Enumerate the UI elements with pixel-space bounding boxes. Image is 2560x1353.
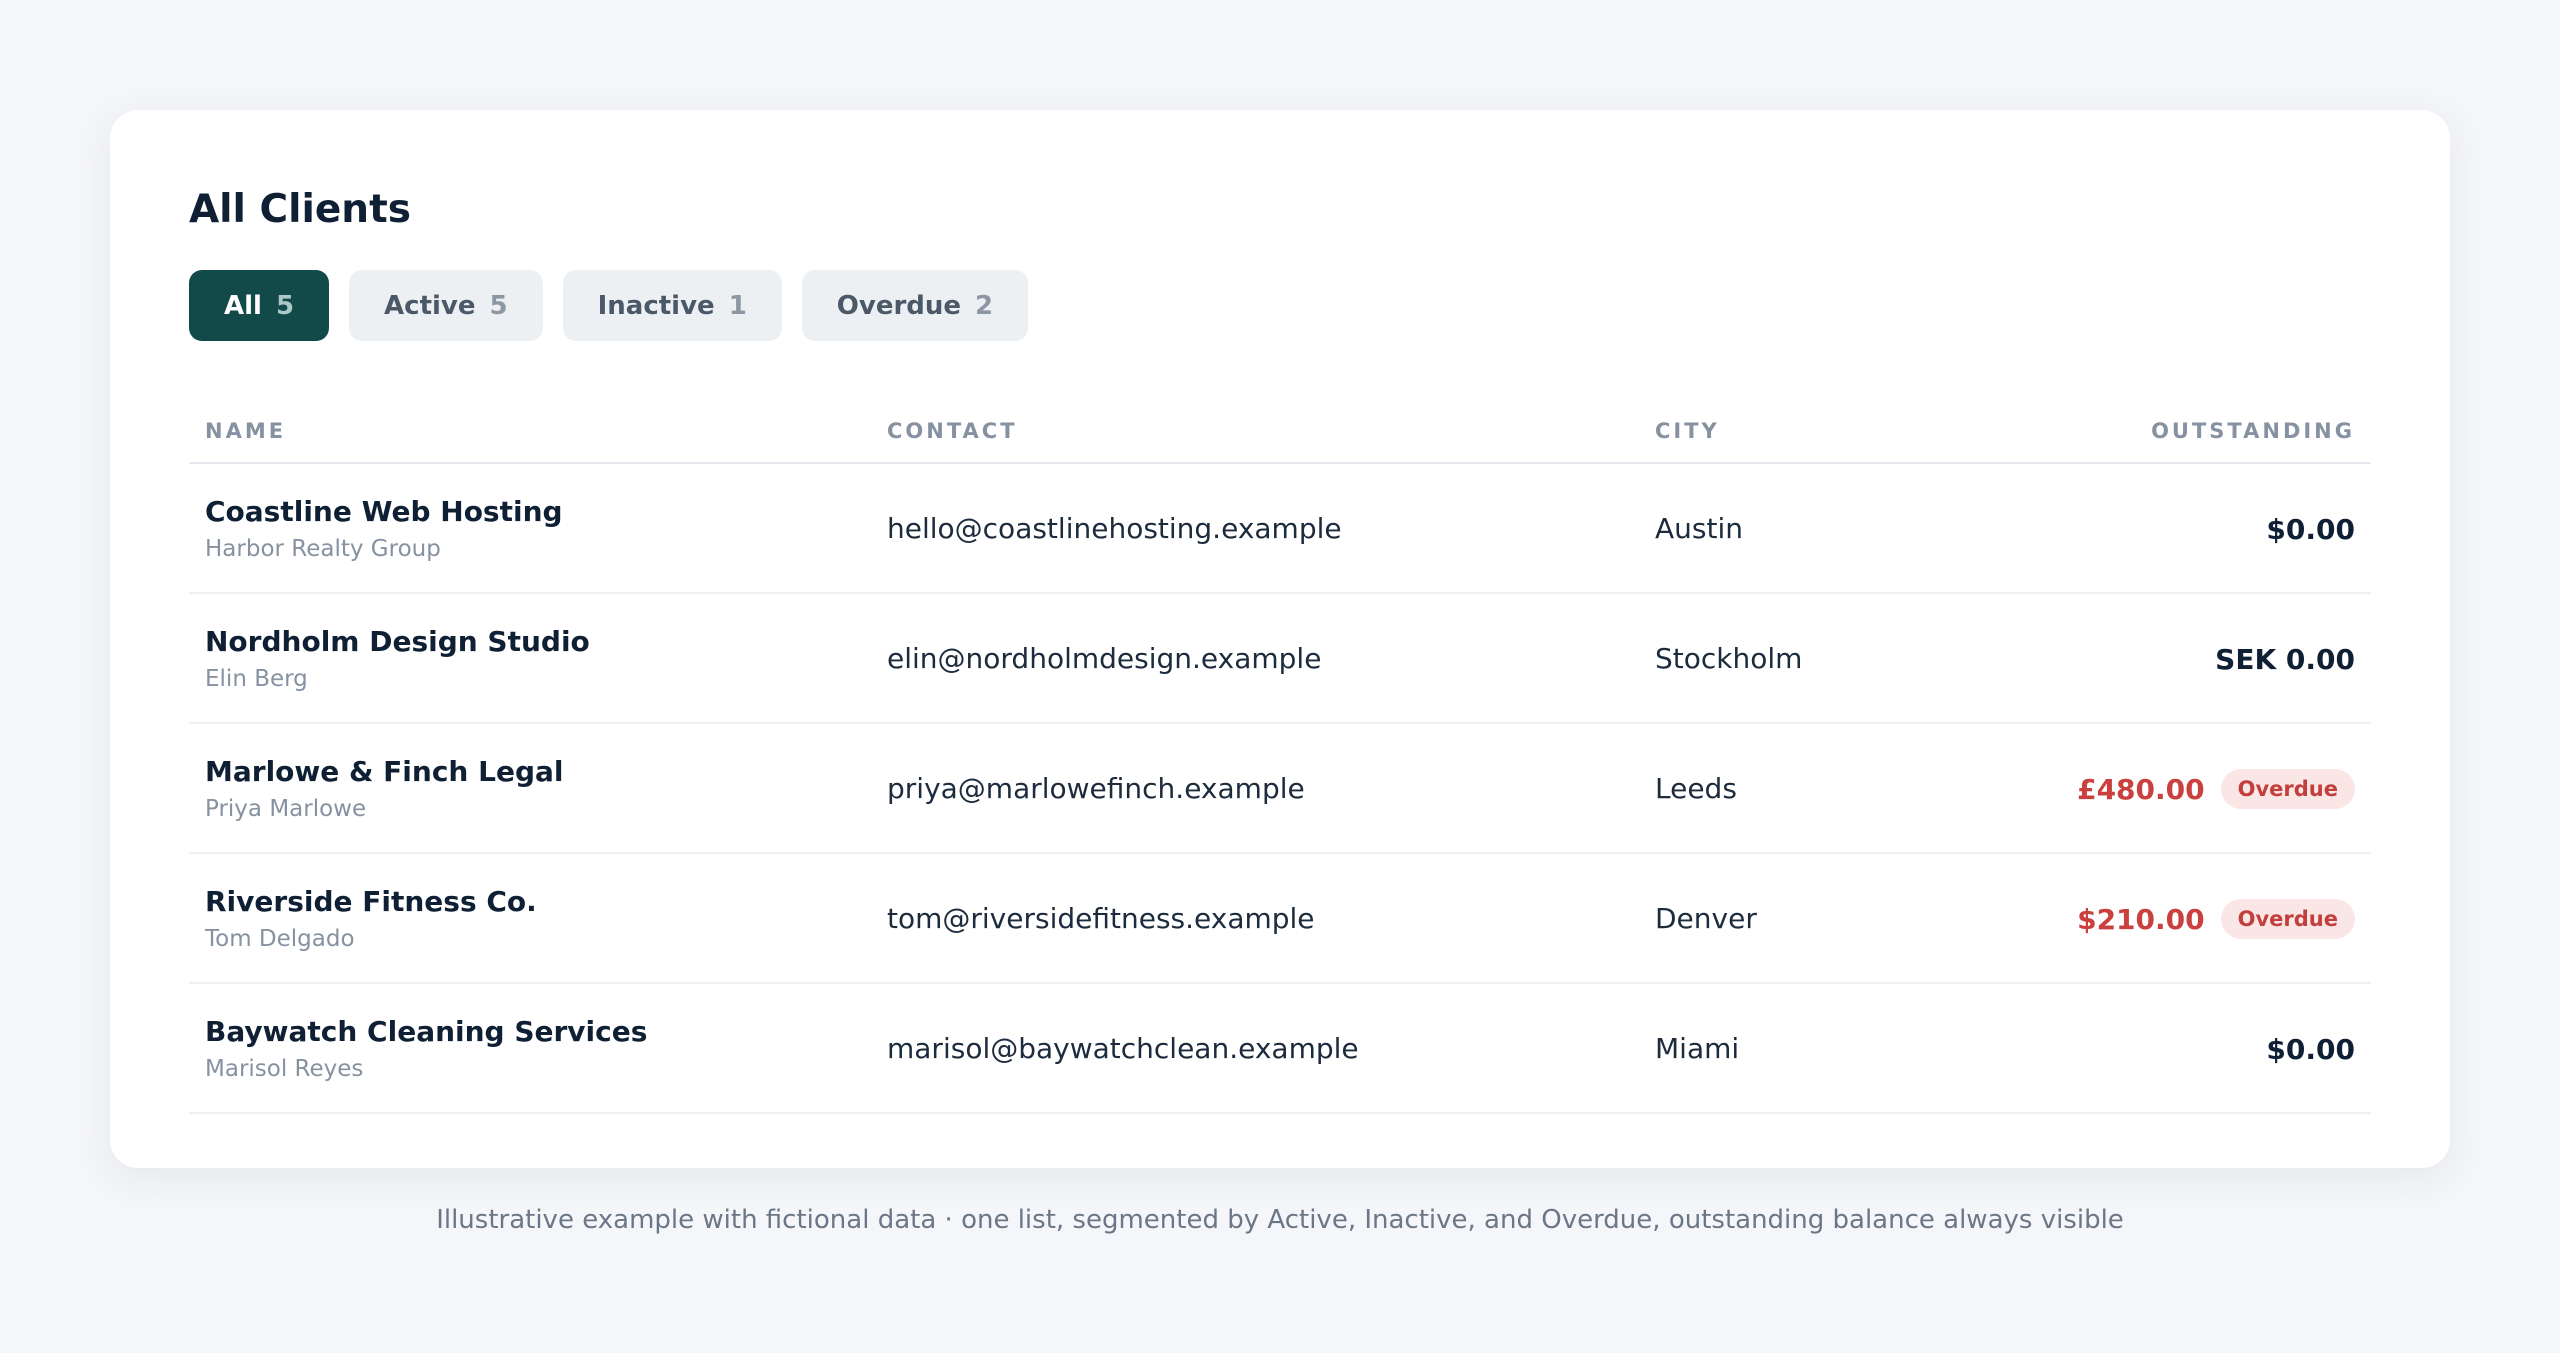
client-contact-person: Elin Berg [205, 666, 308, 692]
client-name-cell: Nordholm Design Studio Elin Berg [205, 622, 590, 696]
client-city: Austin [1655, 512, 1743, 545]
tab-inactive[interactable]: Inactive 1 [562, 270, 782, 341]
tab-label: Active [384, 290, 476, 321]
client-email[interactable]: elin@nordholmdesign.example [887, 594, 1321, 724]
client-name-cell: Riverside Fitness Co. Tom Delgado [205, 882, 537, 956]
client-name-cell: Baywatch Cleaning Services Marisol Reyes [205, 1012, 647, 1086]
client-city: Stockholm [1655, 642, 1803, 675]
tab-all[interactable]: All 5 [189, 270, 330, 341]
client-name-cell: Marlowe & Finch Legal Priya Marlowe [205, 752, 563, 826]
tab-count: 5 [489, 290, 508, 321]
clients-table: NAME CONTACT CITY OUTSTANDING Coastline … [189, 400, 2371, 1114]
outstanding-cell: $0.00 [2266, 984, 2355, 1114]
client-email[interactable]: priya@marlowefinch.example [887, 724, 1305, 854]
outstanding-amount: $210.00 [2077, 902, 2205, 936]
column-header-outstanding[interactable]: OUTSTANDING [2151, 400, 2355, 462]
tab-count: 1 [728, 290, 747, 321]
column-header-city[interactable]: CITY [1655, 400, 1720, 462]
client-name[interactable]: Coastline Web Hosting [205, 492, 563, 532]
table-row[interactable]: Coastline Web Hosting Harbor Realty Grou… [189, 464, 2371, 594]
filter-tabs: All 5 Active 5 Inactive 1 Overdue 2 [189, 270, 1029, 341]
client-name[interactable]: Marlowe & Finch Legal [205, 752, 563, 792]
table-row[interactable]: Marlowe & Finch Legal Priya Marlowe priy… [189, 724, 2371, 854]
table-row[interactable]: Riverside Fitness Co. Tom Delgado tom@ri… [189, 854, 2371, 984]
table-row[interactable]: Nordholm Design Studio Elin Berg elin@no… [189, 594, 2371, 724]
client-contact-person: Priya Marlowe [205, 796, 367, 822]
client-contact-person: Marisol Reyes [205, 1056, 364, 1082]
page-title: All Clients [189, 187, 411, 232]
outstanding-amount: £480.00 [2077, 772, 2205, 806]
outstanding-amount: SEK 0.00 [2215, 642, 2355, 676]
tab-overdue[interactable]: Overdue 2 [801, 270, 1029, 341]
column-header-contact[interactable]: CONTACT [887, 400, 1018, 462]
tab-label: Overdue [836, 290, 962, 321]
client-city: Denver [1655, 902, 1757, 935]
outstanding-cell: $210.00 Overdue [2077, 854, 2355, 984]
outstanding-cell: SEK 0.00 [2215, 594, 2355, 724]
client-name[interactable]: Nordholm Design Studio [205, 622, 590, 662]
footnote: Illustrative example with fictional data… [436, 1205, 2124, 1235]
clients-card: All Clients All 5 Active 5 Inactive 1 Ov… [110, 110, 2450, 1168]
outstanding-amount: $0.00 [2266, 512, 2355, 546]
client-name[interactable]: Baywatch Cleaning Services [205, 1012, 647, 1052]
tab-label: All [224, 290, 262, 321]
client-contact-person: Tom Delgado [205, 926, 355, 952]
column-header-name[interactable]: NAME [205, 400, 286, 462]
outstanding-cell: $0.00 [2266, 464, 2355, 594]
overdue-badge: Overdue [2220, 769, 2355, 809]
client-city: Leeds [1655, 772, 1737, 805]
outstanding-cell: £480.00 Overdue [2077, 724, 2355, 854]
client-email[interactable]: marisol@baywatchclean.example [887, 984, 1359, 1114]
tab-active[interactable]: Active 5 [349, 270, 543, 341]
outstanding-amount: $0.00 [2266, 1032, 2355, 1066]
tab-count: 2 [975, 290, 994, 321]
client-name[interactable]: Riverside Fitness Co. [205, 882, 537, 922]
table-header: NAME CONTACT CITY OUTSTANDING [189, 400, 2371, 464]
client-contact-person: Harbor Realty Group [205, 536, 441, 562]
client-email[interactable]: hello@coastlinehosting.example [887, 464, 1342, 594]
client-city: Miami [1655, 1032, 1740, 1065]
table-row[interactable]: Baywatch Cleaning Services Marisol Reyes… [189, 984, 2371, 1114]
client-email[interactable]: tom@riversidefitness.example [887, 854, 1315, 984]
overdue-badge: Overdue [2220, 899, 2355, 939]
tab-count: 5 [275, 290, 295, 321]
client-name-cell: Coastline Web Hosting Harbor Realty Grou… [205, 492, 563, 566]
tab-label: Inactive [597, 290, 715, 321]
